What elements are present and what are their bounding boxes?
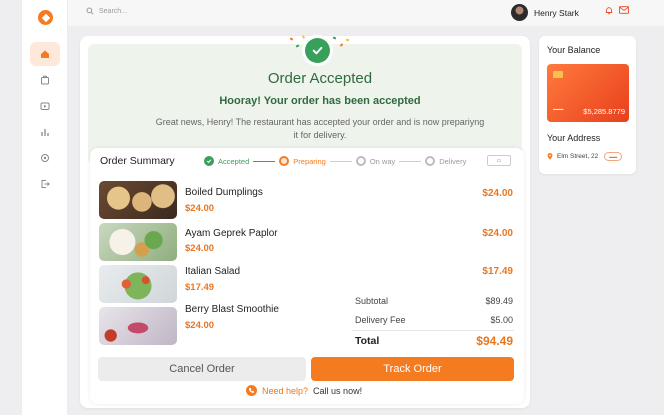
user-name: Henry Stark [534,7,579,18]
item-image [99,307,177,345]
step-onway-icon [355,156,366,166]
step-accepted-icon [204,156,214,166]
address-title: Your Address [547,133,601,143]
status-message: Great news, Henry! The restaurant has ac… [115,116,525,142]
confetti [345,38,350,42]
status-subtitle: Hooray! Your order has been accepted [219,95,421,107]
subtotal-label: Subtotal [355,296,389,306]
mail-icon[interactable] [619,6,629,14]
avatar[interactable] [511,4,528,21]
home-icon[interactable] [30,42,60,66]
delivery-fee-label: Delivery Fee [355,315,406,325]
help-link[interactable]: Need help? [262,386,308,396]
track-order-button[interactable]: Track Order [311,357,514,381]
address-street: Elm Street, 22 [557,153,599,160]
done-button[interactable]: ▭ [487,155,511,166]
step-delivery-icon [425,156,436,166]
help-row: Need help? Call us now! [246,385,362,396]
item-price: $24.00 [185,203,215,214]
status-message-line2: it for delivery. [293,130,347,140]
card-brand: ▬▬▬ [553,107,564,111]
item-name: Boiled Dumplings [185,187,263,198]
step-preparing-icon [279,156,290,166]
total-value: $94.49 [476,334,513,348]
order-summary-title: Order Summary [100,155,175,167]
item-price: $24.00 [185,320,215,331]
address-row: Elm Street, 22 ▬▬ [547,152,623,161]
bell-icon[interactable] [605,6,613,15]
step-on-way: On way [369,156,396,166]
divider [352,330,514,331]
balance-amount: $5,285.8779 [583,107,625,116]
video-icon[interactable] [30,94,60,118]
item-name: Italian Salad [185,266,241,277]
item-image [99,265,177,303]
user-profile[interactable]: Henry Stark [511,4,579,21]
item-name: Ayam Geprek Paplor [185,228,278,239]
step-connector [253,160,276,162]
item-total: $24.00 [482,188,513,199]
logo-icon[interactable] [38,10,53,25]
settings-icon[interactable] [30,146,60,170]
sidebar [22,0,68,415]
item-image [99,223,177,261]
total-label: Total [355,335,380,347]
subtotal-value: $89.49 [485,296,513,306]
search-icon [86,7,94,15]
status-title: Order Accepted [267,70,373,87]
item-price: $24.00 [185,243,215,254]
item-total: $24.00 [482,228,513,239]
item-image [99,181,177,219]
balance-card[interactable]: ▬▬▬ $5,285.8779 [547,64,629,122]
step-delivery: Delivery [439,156,467,166]
search-input[interactable]: Search... [82,3,272,19]
search-placeholder: Search... [99,7,128,15]
step-preparing: Preparing [293,156,326,166]
pin-icon [547,153,553,160]
logout-icon[interactable] [30,172,60,196]
subtotal-row: Subtotal $89.49 [355,296,513,306]
step-connector [399,160,422,162]
step-connector [329,160,352,162]
item-total: $17.49 [482,266,513,277]
delivery-fee-row: Delivery Fee $5.00 [355,315,513,325]
topbar: Search... Henry Stark [68,0,664,26]
orders-icon[interactable] [30,68,60,92]
cancel-order-button[interactable]: Cancel Order [98,357,306,381]
card-chip-icon [553,71,563,78]
order-progress: Accepted Preparing On way Delivery [204,154,466,168]
item-name: Berry Blast Smoothie [185,304,279,315]
phone-icon [246,385,257,396]
delivery-fee-value: $5.00 [490,315,513,325]
total-row: Total $94.49 [355,334,513,348]
item-price: $17.49 [185,282,215,293]
balance-title: Your Balance [547,45,601,55]
step-accepted: Accepted [218,156,250,166]
edit-address-button[interactable]: ▬▬ [604,152,623,161]
check-icon [305,38,330,63]
chart-icon[interactable] [30,120,60,144]
status-message-line1: Great news, Henry! The restaurant has ac… [155,117,485,127]
call-us-text[interactable]: Call us now! [313,386,362,396]
